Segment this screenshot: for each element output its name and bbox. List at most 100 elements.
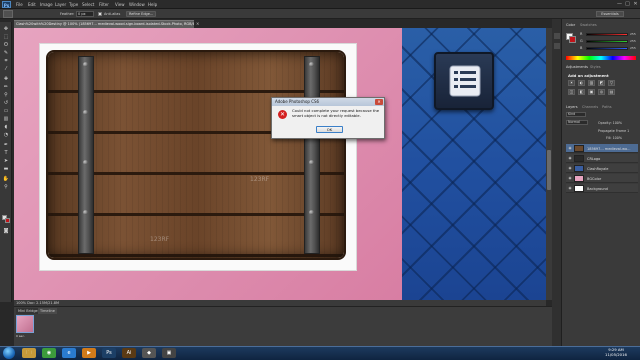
timeline-frame[interactable] xyxy=(16,315,34,333)
menu-item-help[interactable]: Help xyxy=(148,2,157,7)
tab-paths[interactable]: Paths xyxy=(602,104,612,110)
adjustment-icon[interactable]: ▣ xyxy=(588,89,595,95)
slider-value-g[interactable]: 255 xyxy=(630,39,636,43)
document-tab-close-icon[interactable]: × xyxy=(196,21,199,26)
properties-panel-icon[interactable] xyxy=(554,43,560,49)
visibility-eye-icon[interactable]: ◉ xyxy=(568,164,572,173)
adjustment-icon[interactable]: ▤ xyxy=(608,89,615,95)
menu-item-filter[interactable]: Filter xyxy=(99,2,109,7)
slider-value-b[interactable]: 255 xyxy=(630,46,636,50)
workspace-selector[interactable]: Essentials xyxy=(596,11,624,17)
tab-layers[interactable]: Layers xyxy=(566,104,578,110)
slider-g[interactable] xyxy=(586,40,628,43)
eyedropper-tool-icon[interactable]: ⁄ xyxy=(2,66,10,72)
marquee-tool-preset[interactable] xyxy=(3,10,13,18)
eraser-tool-icon[interactable]: ▭ xyxy=(2,108,10,114)
menu-item-file[interactable]: File xyxy=(16,2,23,7)
taskbar-clock[interactable]: 9:29 AM 11/05/2016 xyxy=(596,347,636,357)
scrollbar-thumb[interactable] xyxy=(547,150,551,190)
adjustment-icon[interactable]: ▽ xyxy=(608,80,615,86)
maximize-button[interactable]: □ xyxy=(624,1,631,7)
brush-tool-icon[interactable]: ✏ xyxy=(2,84,10,90)
dialog-close-button[interactable]: ✕ xyxy=(375,99,383,105)
tab-color[interactable]: Color xyxy=(566,22,575,28)
crop-tool-icon[interactable]: ⌗ xyxy=(2,58,10,64)
history-panel-icon[interactable] xyxy=(554,33,560,39)
marquee-tool-icon[interactable]: ⬚ xyxy=(2,34,10,40)
move-tool-icon[interactable]: ✥ xyxy=(2,26,10,32)
color-panel-background[interactable] xyxy=(569,36,576,43)
menu-item-type[interactable]: Type xyxy=(69,2,78,7)
frame-delay-label[interactable]: 0 sec. xyxy=(16,334,25,338)
visibility-eye-icon[interactable]: ◉ xyxy=(568,154,572,163)
quick-select-tool-icon[interactable]: ✎ xyxy=(2,50,10,56)
menu-item-edit[interactable]: Edit xyxy=(28,2,36,7)
visibility-eye-icon[interactable]: ◉ xyxy=(568,184,572,193)
tab-mini-bridge[interactable]: Mini Bridge xyxy=(16,308,40,314)
propagate-frame-checkbox[interactable]: Propagate Frame 1 xyxy=(598,129,629,133)
refine-edge-button[interactable]: Refine Edge... xyxy=(126,11,157,17)
adjustment-icon[interactable]: ▥ xyxy=(588,80,595,86)
close-window-button[interactable]: ✕ xyxy=(632,1,639,7)
gradient-tool-icon[interactable]: ▥ xyxy=(2,116,10,122)
fill-field[interactable]: Fill: 100% xyxy=(606,136,622,140)
layer-name[interactable]: Background xyxy=(587,187,637,191)
path-select-tool-icon[interactable]: ➤ xyxy=(2,158,10,164)
slider-b[interactable] xyxy=(586,47,628,50)
menu-item-select[interactable]: Select xyxy=(82,2,94,7)
visibility-eye-icon[interactable]: ◉ xyxy=(568,174,572,183)
visibility-eye-icon[interactable]: ◉ xyxy=(568,144,572,153)
taskbar-explorer-icon[interactable]: 🗀 xyxy=(22,348,36,358)
feather-input[interactable]: 0 px xyxy=(76,11,94,17)
color-ramp[interactable] xyxy=(566,56,636,60)
quick-mask-icon[interactable]: ◙ xyxy=(2,228,10,234)
menu-item-window[interactable]: Window xyxy=(129,2,145,7)
menu-item-view[interactable]: View xyxy=(115,2,125,7)
shape-tool-icon[interactable]: ▬ xyxy=(2,166,10,172)
opacity-field[interactable]: Opacity: 100% xyxy=(598,121,622,125)
tab-adjustments[interactable]: Adjustments xyxy=(566,64,588,70)
taskbar-media-icon[interactable]: ▶ xyxy=(82,348,96,358)
ok-button[interactable]: OK xyxy=(316,126,343,133)
adjustment-icon[interactable]: ☀ xyxy=(568,80,575,86)
slider-value-r[interactable]: 255 xyxy=(630,32,636,36)
tab-styles[interactable]: Styles xyxy=(590,64,601,70)
menu-item-layer[interactable]: Layer xyxy=(55,2,66,7)
clone-stamp-tool-icon[interactable]: ⚲ xyxy=(2,92,10,98)
type-tool-icon[interactable]: T xyxy=(2,150,10,156)
lasso-tool-icon[interactable]: ʘ xyxy=(2,42,10,48)
layer-name[interactable]: 185697... medieval-wo... xyxy=(587,147,637,151)
layer-name[interactable]: BGColor xyxy=(587,177,637,181)
layer-kind-filter[interactable]: Kind xyxy=(566,112,586,117)
taskbar-app2-icon[interactable]: ▣ xyxy=(162,348,176,358)
adjustment-icon[interactable]: ◐ xyxy=(578,80,585,86)
adjustment-icon[interactable]: ◧ xyxy=(578,89,585,95)
dodge-tool-icon[interactable]: ◔ xyxy=(2,132,10,138)
tab-channels[interactable]: Channels xyxy=(582,104,598,110)
hand-tool-icon[interactable]: ✋ xyxy=(2,176,10,182)
zoom-tool-icon[interactable]: ⚲ xyxy=(2,184,10,190)
layer-name[interactable]: ClashRoyale xyxy=(587,167,637,171)
background-color-swatch[interactable] xyxy=(5,218,10,223)
adjustment-icon[interactable]: ◫ xyxy=(568,89,575,95)
adjustment-icon[interactable]: ◩ xyxy=(598,80,605,86)
history-brush-tool-icon[interactable]: ↺ xyxy=(2,100,10,106)
taskbar-chrome-icon[interactable]: ◉ xyxy=(42,348,56,358)
adjustment-icon[interactable]: ◎ xyxy=(598,89,605,95)
taskbar-photoshop-icon[interactable]: Ps xyxy=(102,348,116,358)
blend-mode-select[interactable]: Normal xyxy=(566,120,588,125)
tab-swatches[interactable]: Swatches xyxy=(580,22,597,28)
blur-tool-icon[interactable]: ◖ xyxy=(2,124,10,130)
taskbar-illustrator-icon[interactable]: Ai xyxy=(122,348,136,358)
taskbar-app-icon[interactable]: ◆ xyxy=(142,348,156,358)
document-tab[interactable]: Clash%20with%20Destiny @ 100% (185697...… xyxy=(14,20,194,28)
menu-item-image[interactable]: Image xyxy=(40,2,53,7)
slider-r[interactable] xyxy=(586,33,628,36)
taskbar-ie-icon[interactable]: e xyxy=(62,348,76,358)
pen-tool-icon[interactable]: ✒ xyxy=(2,142,10,148)
app-tile[interactable] xyxy=(434,52,494,110)
layer-name[interactable]: CRLogo xyxy=(587,157,637,161)
healing-brush-tool-icon[interactable]: ✚ xyxy=(2,76,10,82)
antialias-checkbox[interactable] xyxy=(98,12,102,16)
start-button[interactable] xyxy=(3,347,15,359)
